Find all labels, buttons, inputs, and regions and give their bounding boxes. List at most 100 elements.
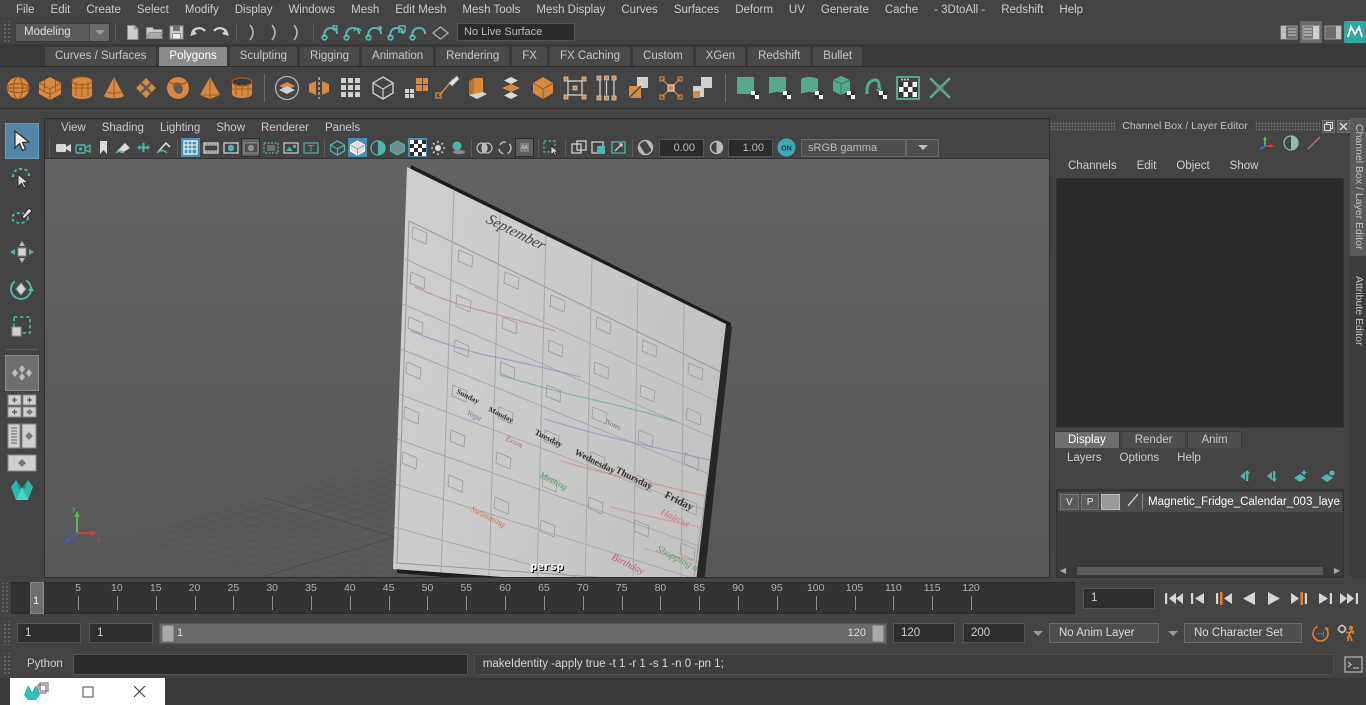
menu-item-deform[interactable]: Deform (727, 2, 781, 18)
poly-sphere-icon[interactable] (2, 71, 34, 105)
resolution-gate-icon[interactable] (221, 138, 240, 157)
scroll-thumb[interactable] (1077, 567, 1323, 575)
channel-box-icon[interactable] (1283, 134, 1299, 156)
layer-visibility-toggle[interactable]: V (1060, 494, 1079, 510)
move-tool[interactable] (5, 234, 39, 270)
hardware-shading-icon[interactable] (388, 138, 407, 157)
image-plane-icon[interactable] (114, 138, 133, 157)
bevel-icon[interactable] (367, 71, 399, 105)
menu-item-3dtoall[interactable]: - 3DtoAll - (926, 2, 993, 18)
smooth-shade-icon[interactable] (348, 138, 367, 157)
shadow-toggle-icon[interactable] (448, 138, 467, 157)
poly-cylinder-icon[interactable] (66, 71, 98, 105)
film-origin-icon[interactable] (261, 138, 280, 157)
move-layer-down-icon[interactable] (1266, 469, 1282, 487)
target-weld-icon[interactable] (495, 71, 527, 105)
auto-keyframe-icon[interactable]: ⊣ (1308, 623, 1334, 643)
poly-cone-icon[interactable] (98, 71, 130, 105)
command-language-label[interactable]: Python (11, 658, 73, 670)
lasso-select-tool[interactable] (5, 160, 39, 196)
vertical-tab-attribute-editor[interactable]: Attribute Editor (1350, 270, 1366, 351)
poly-torus-icon[interactable] (162, 71, 194, 105)
range-end-field[interactable]: 120 (893, 623, 955, 643)
menu-item-edit-mesh[interactable]: Edit Mesh (387, 2, 454, 18)
shadows-icon[interactable] (154, 138, 173, 157)
maya-logo-icon[interactable] (5, 475, 39, 505)
sidebar-toggle-attribute-editor-icon[interactable] (1278, 21, 1300, 43)
open-scene-icon[interactable] (143, 21, 165, 43)
layer-editor-menu-help[interactable]: Help (1168, 452, 1210, 464)
viewport-menu-show[interactable]: Show (208, 122, 253, 134)
undo-icon[interactable] (187, 21, 209, 43)
mirror-icon[interactable] (591, 71, 623, 105)
layer-color-swatch[interactable] (1101, 494, 1121, 510)
quick-layout-four-view-icon[interactable] (5, 392, 39, 420)
quick-layout-outliner-icon[interactable] (5, 421, 39, 451)
viewport-menu-panels[interactable]: Panels (317, 122, 368, 134)
menu-item-mesh-display[interactable]: Mesh Display (528, 2, 613, 18)
select-by-hierarchy-icon[interactable] (242, 21, 264, 43)
chevron-down-icon[interactable] (1164, 623, 1182, 643)
film-gate-icon[interactable] (201, 138, 220, 157)
textured-icon[interactable] (408, 138, 427, 157)
menu-item-mesh[interactable]: Mesh (343, 2, 387, 18)
camera-attributes-icon[interactable] (74, 138, 93, 157)
time-slider-track-wrap[interactable]: 1 5 10 15 20 25 30 35 40 45 50 55 60 65 70 75 80 85 90 95 1… (11, 581, 1075, 615)
range-slider-grip[interactable] (2, 621, 11, 645)
viewport-menu-lighting[interactable]: Lighting (152, 122, 208, 134)
step-back-keyframe-icon[interactable] (1188, 587, 1210, 609)
close-icon[interactable] (1337, 119, 1350, 133)
sculpt-icon[interactable] (687, 71, 719, 105)
view-transform-selector[interactable]: sRGB gamma (801, 138, 906, 157)
menu-item-modify[interactable]: Modify (177, 2, 227, 18)
maya-badge-icon[interactable] (1344, 21, 1366, 43)
layer-list-scrollbar[interactable]: ◀ ▶ (1059, 566, 1341, 576)
select-tool[interactable] (5, 123, 39, 159)
step-forward-frame-icon[interactable] (1288, 587, 1310, 609)
menuset-selector[interactable]: Modeling (15, 22, 110, 42)
uv-unfold-icon[interactable] (860, 71, 892, 105)
multi-cut-icon[interactable] (335, 71, 367, 105)
combine-icon[interactable] (271, 71, 303, 105)
shelf-tab-rendering[interactable]: Rendering (435, 46, 511, 66)
viewport-menu-renderer[interactable]: Renderer (253, 122, 317, 134)
viewport-menu-view[interactable]: View (53, 122, 94, 134)
bookmark-icon[interactable] (94, 138, 113, 157)
shaded-hardware-texture-icon[interactable] (368, 138, 387, 157)
bridge-icon[interactable] (559, 71, 591, 105)
snap-to-curve-icon[interactable] (341, 21, 363, 43)
channel-box-menu-show[interactable]: Show (1220, 160, 1269, 172)
two-sided-lighting-icon[interactable] (134, 138, 153, 157)
layer-row[interactable]: V P Magnetic_Fridge_Calendar_003_layer (1058, 492, 1342, 512)
booleans-icon[interactable] (623, 71, 655, 105)
menu-item-surfaces[interactable]: Surfaces (666, 2, 727, 18)
chevron-down-icon[interactable] (906, 138, 939, 157)
menu-item-help[interactable]: Help (1051, 2, 1091, 18)
gamma-field[interactable]: 1.00 (728, 138, 773, 157)
xray-active-icon[interactable] (609, 138, 628, 157)
viewport-canvas[interactable]: Month: September Notes Sunday Monday Tue… (45, 159, 1049, 577)
chevron-down-icon[interactable] (1029, 623, 1047, 643)
select-camera-icon[interactable] (54, 138, 73, 157)
xray-joints-icon[interactable] (589, 138, 608, 157)
minimize-icon[interactable] (62, 678, 114, 705)
menu-item-uv[interactable]: UV (781, 2, 813, 18)
menu-item-create[interactable]: Create (78, 2, 129, 18)
screen-space-ao-icon[interactable] (475, 138, 494, 157)
shelf-tab-redshift[interactable]: Redshift (747, 46, 812, 66)
layer-playback-toggle[interactable]: P (1080, 494, 1100, 510)
go-to-start-icon[interactable] (1163, 587, 1185, 609)
sidebar-toggle-channel-box-icon[interactable] (1322, 21, 1344, 43)
layer-editor-tab-render[interactable]: Render (1120, 431, 1187, 448)
paint-select-tool[interactable] (5, 197, 39, 233)
poly-pyramid-icon[interactable] (194, 71, 226, 105)
rotate-tool[interactable] (5, 271, 39, 307)
menu-item-edit[interactable]: Edit (43, 2, 79, 18)
menu-item-curves[interactable]: Curves (613, 2, 665, 18)
uv-automatic-map-icon[interactable] (828, 71, 860, 105)
shelf-tab-custom[interactable]: Custom (632, 46, 694, 66)
xray-mode-icon[interactable] (569, 138, 588, 157)
menu-item-windows[interactable]: Windows (280, 2, 343, 18)
separate-icon[interactable] (303, 71, 335, 105)
insert-edge-loop-icon[interactable] (431, 71, 463, 105)
